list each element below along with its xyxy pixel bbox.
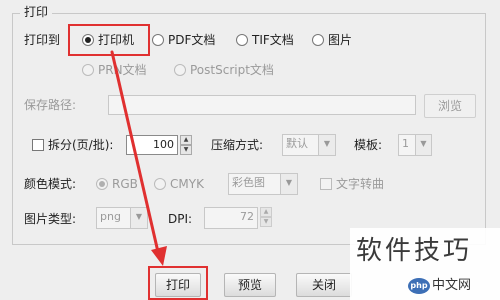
php-logo: php xyxy=(408,278,430,294)
watermark-text: 软件技巧 xyxy=(356,236,473,266)
watermark-site-name: 中文网 xyxy=(432,278,472,293)
